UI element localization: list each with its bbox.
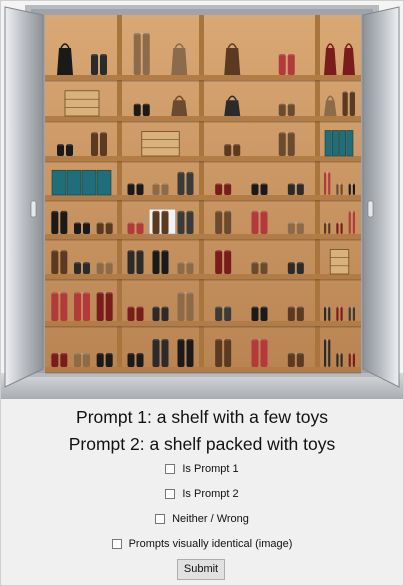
option-label: Prompts visually identical (image) [128,538,293,550]
prompt-1-text: Prompt 1: a shelf with a few toys [76,407,328,427]
option-label: Is Prompt 2 [182,488,239,500]
option-label: Neither / Wrong [172,513,249,525]
cabinet-image [1,1,403,399]
option-visually-identical[interactable]: Prompts visually identical (image) [1,535,403,553]
option-is-prompt-1[interactable]: Is Prompt 1 [1,460,403,478]
checkbox-neither-wrong[interactable] [155,514,166,524]
option-neither-wrong[interactable]: Neither / Wrong [1,510,403,528]
submit-button[interactable]: Submit [177,559,225,580]
checkbox-is-prompt-1[interactable] [165,464,176,474]
option-is-prompt-2[interactable]: Is Prompt 2 [1,485,403,503]
option-label: Is Prompt 1 [182,463,239,475]
checkbox-visually-identical[interactable] [111,539,122,549]
prompt-2-text: Prompt 2: a shelf packed with toys [68,434,336,454]
checkbox-is-prompt-2[interactable] [165,489,176,499]
